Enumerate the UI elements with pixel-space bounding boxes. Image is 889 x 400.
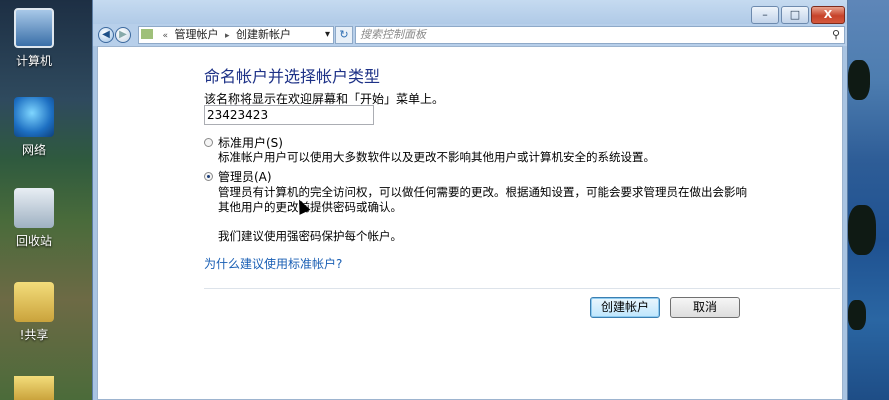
folder-icon[interactable] — [14, 376, 54, 400]
create-account-button[interactable]: 创建帐户 — [590, 297, 660, 318]
desktop-icon-computer[interactable]: 计算机 — [2, 8, 66, 69]
close-button[interactable]: X — [811, 6, 845, 24]
desktop-icon-recycle-bin[interactable]: 回收站 — [2, 188, 66, 249]
chevron-down-icon[interactable]: ▾ — [325, 27, 330, 43]
address-bar[interactable]: « 管理帐户 ▸ 创建新帐户 ▾ — [138, 26, 334, 44]
folder-shortcut-icon — [14, 282, 54, 322]
computer-icon — [14, 8, 54, 48]
control-panel-window: – □ X ◀ ▶ « 管理帐户 ▸ 创建新帐户 ▾ ↻ 搜索控制面板 ⚲ 命名… — [92, 0, 848, 400]
breadcrumb-create-account[interactable]: 创建新帐户 — [236, 27, 291, 43]
search-placeholder: 搜索控制面板 — [360, 28, 426, 41]
desktop-icon-label: 计算机 — [15, 54, 52, 68]
desktop-background-right — [848, 0, 889, 400]
maximize-button[interactable]: □ — [781, 6, 809, 24]
desktop-icon-label: 网络 — [21, 143, 46, 157]
administrator-description-line2: 其他用户的更改前提供密码或确认。 — [218, 200, 402, 214]
minimize-button[interactable]: – — [751, 6, 779, 24]
navigation-bar: ◀ ▶ « 管理帐户 ▸ 创建新帐户 ▾ ↻ 搜索控制面板 ⚲ — [93, 24, 847, 46]
password-recommendation: 我们建议使用强密码保护每个帐户。 — [218, 229, 402, 243]
desktop-icon-label: !共享 — [19, 328, 49, 342]
desktop-icon-share[interactable]: !共享 — [2, 282, 66, 343]
desktop-background-left: 计算机 网络 回收站 !共享 — [0, 0, 92, 400]
folder-icon — [141, 29, 153, 39]
back-arrow-icon[interactable]: ◀ — [98, 27, 114, 43]
page-title: 命名帐户并选择帐户类型 — [204, 67, 381, 86]
search-input[interactable]: 搜索控制面板 ⚲ — [355, 26, 845, 44]
address-prefix: « — [162, 31, 169, 41]
search-icon[interactable]: ⚲ — [832, 27, 840, 43]
administrator-radio[interactable] — [204, 172, 213, 181]
standard-user-radio[interactable] — [204, 138, 213, 147]
recycle-bin-icon — [14, 188, 54, 228]
why-standard-account-link[interactable]: 为什么建议使用标准帐户? — [204, 255, 342, 272]
breadcrumb-separator-icon[interactable]: ▸ — [225, 28, 230, 43]
title-bar[interactable]: – □ X — [93, 0, 847, 24]
desktop-icon-network[interactable]: 网络 — [2, 97, 66, 158]
breadcrumb-manage-accounts[interactable]: 管理帐户 — [175, 27, 219, 43]
rock-decoration — [848, 205, 876, 255]
cancel-button[interactable]: 取消 — [670, 297, 740, 318]
rock-decoration — [848, 300, 866, 330]
content-pane: 命名帐户并选择帐户类型 该名称将显示在欢迎屏幕和「开始」菜单上。 标准用户(S)… — [97, 46, 843, 400]
account-name-input[interactable] — [204, 105, 374, 125]
standard-user-description: 标准帐户用户可以使用大多数软件以及更改不影响其他用户或计算机安全的系统设置。 — [218, 150, 655, 164]
administrator-label[interactable]: 管理员(A) — [218, 168, 272, 185]
divider — [204, 288, 840, 289]
rock-decoration — [848, 60, 870, 100]
refresh-icon[interactable]: ↻ — [335, 26, 353, 44]
desktop-icon-label: 回收站 — [15, 234, 52, 248]
network-globe-icon — [14, 97, 54, 137]
forward-arrow-icon[interactable]: ▶ — [115, 27, 131, 43]
administrator-description-line1: 管理员有计算机的完全访问权，可以做任何需要的更改。根据通知设置，可能会要求管理员… — [218, 185, 747, 199]
